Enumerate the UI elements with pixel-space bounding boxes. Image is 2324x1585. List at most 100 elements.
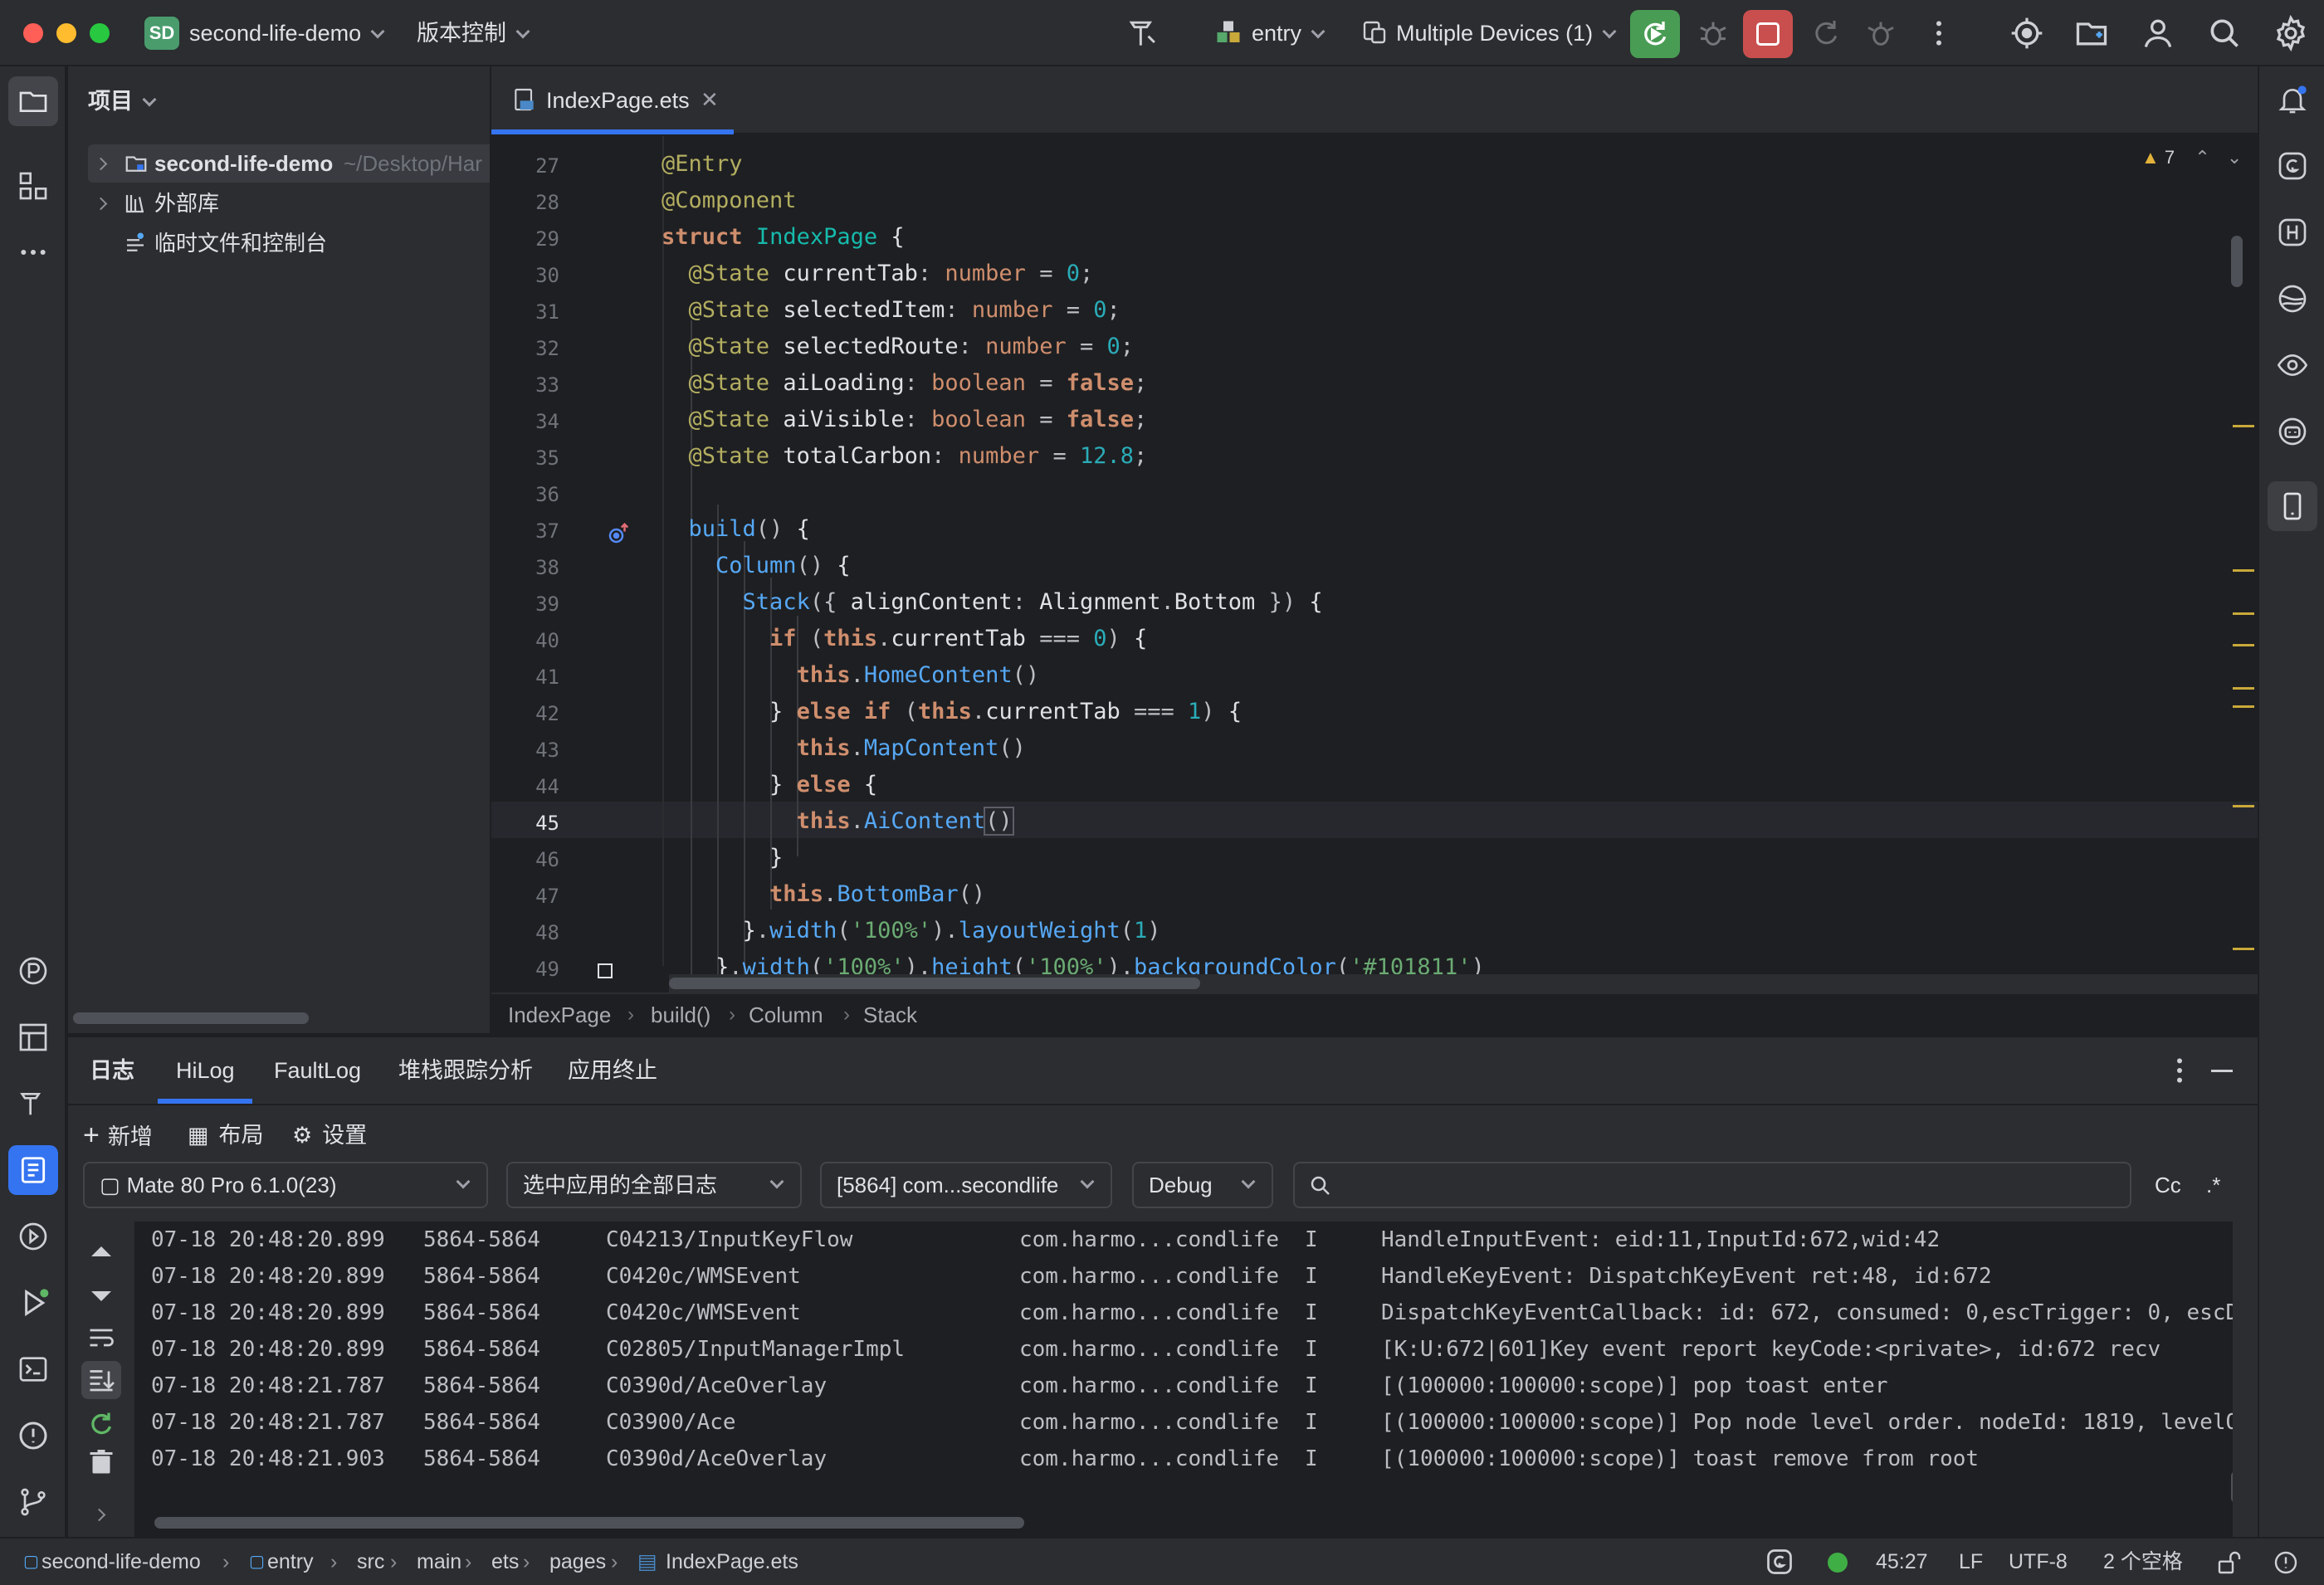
tab-hilog[interactable]: HiLog: [176, 1037, 235, 1104]
status-path-item[interactable]: entry: [267, 1539, 314, 1585]
regex-toggle[interactable]: .*: [2206, 1162, 2220, 1208]
more-horizontal-icon[interactable]: [17, 236, 50, 269]
profiler-icon[interactable]: [17, 954, 50, 988]
breadcrumb-item[interactable]: Stack: [863, 994, 917, 1036]
debug-icon[interactable]: [1697, 17, 1730, 50]
warning-stripe-marker[interactable]: [2233, 687, 2254, 690]
lock-open-icon[interactable]: [2216, 1549, 2243, 1576]
log-row[interactable]: 07-18 20:48:21.787 5864-5864 C0390d/AceOve…: [134, 1368, 2226, 1404]
clear-log-trash-icon[interactable]: [86, 1447, 116, 1477]
hammer-build-icon[interactable]: [1125, 15, 1162, 51]
log-row[interactable]: 07-18 20:48:20.899 5864-5864 C0420c/WMSEve…: [134, 1258, 2226, 1295]
minimize-panel-icon[interactable]: [2211, 1070, 2233, 1072]
settings-gear-icon[interactable]: [2273, 15, 2309, 51]
project-switcher[interactable]: second-life-demo: [189, 0, 385, 66]
editor-tab-indexpage[interactable]: IndexPage.ets ✕: [491, 66, 734, 134]
arkui-inspector-icon[interactable]: [2276, 282, 2309, 315]
tree-item-scratches[interactable]: 临时文件和控制台: [68, 224, 490, 262]
warning-stripe-marker[interactable]: [2233, 612, 2254, 615]
editor-horizontal-scrollbar[interactable]: [669, 978, 1200, 989]
log-search-input[interactable]: [1340, 1168, 2120, 1202]
indent-setting[interactable]: 2 个空格: [2103, 1539, 2183, 1585]
structure-icon[interactable]: [17, 169, 50, 202]
breadcrumb-item[interactable]: build(): [651, 994, 710, 1036]
log-row[interactable]: 07-18 20:48:20.899 5864-5864 C02805/InputM…: [134, 1331, 2226, 1368]
more-vertical-icon[interactable]: [1922, 17, 1955, 50]
restart-log-icon[interactable]: [86, 1409, 116, 1439]
chevron-down-icon[interactable]: ⌄: [2227, 147, 2242, 168]
project-horizontal-scrollbar[interactable]: [73, 1012, 309, 1024]
scroll-up-icon[interactable]: [91, 1246, 111, 1256]
more-vertical-icon[interactable]: [2163, 1054, 2196, 1087]
close-window-button[interactable]: [23, 23, 43, 43]
status-path-item[interactable]: pages: [549, 1539, 606, 1585]
device-filter-select[interactable]: ▢ Mate 80 Pro 6.1.0(23): [83, 1162, 488, 1208]
harmony-icon[interactable]: [2276, 216, 2309, 249]
run-icon[interactable]: [17, 1286, 50, 1319]
status-path-item[interactable]: src: [357, 1539, 384, 1585]
status-path-item[interactable]: second-life-demo: [42, 1539, 201, 1585]
match-case-toggle[interactable]: Cc: [2155, 1162, 2181, 1208]
ai-assistant-icon[interactable]: [2276, 415, 2309, 448]
vcs-menu[interactable]: 版本控制: [417, 0, 530, 66]
override-method-icon[interactable]: [606, 521, 631, 546]
log-row[interactable]: 07-18 20:48:20.899 5864-5864 C0420c/WMSEve…: [134, 1295, 2233, 1331]
log-row[interactable]: 07-18 20:48:21.903 5864-5864 C0390d/AceOve…: [134, 1441, 2226, 1477]
layout-inspector-icon[interactable]: [17, 1021, 50, 1054]
tab-faultlog[interactable]: FaultLog: [274, 1037, 361, 1104]
log-horizontal-scrollbar[interactable]: [154, 1517, 1024, 1529]
warning-stripe-marker[interactable]: [2233, 425, 2254, 427]
search-icon[interactable]: [2206, 15, 2243, 51]
project-tool-button[interactable]: [8, 76, 58, 126]
codegenie-status-icon[interactable]: [1765, 1547, 1794, 1577]
soft-wrap-icon[interactable]: [86, 1323, 116, 1353]
account-icon[interactable]: [2140, 15, 2176, 51]
warning-stripe-marker[interactable]: [2233, 948, 2254, 950]
status-path-item[interactable]: main: [417, 1539, 461, 1585]
project-panel-header[interactable]: 项目: [88, 66, 157, 136]
expand-chevron-icon[interactable]: [92, 1502, 106, 1528]
fold-marker-icon[interactable]: [598, 963, 613, 978]
log-search-field[interactable]: [1293, 1162, 2131, 1208]
editor-vertical-scrollbar[interactable]: [2231, 236, 2243, 287]
device-preview-button[interactable]: [2268, 481, 2317, 531]
git-branch-icon[interactable]: [17, 1485, 50, 1519]
apply-changes-icon[interactable]: [1809, 17, 1843, 50]
device-manager-icon[interactable]: [2073, 15, 2110, 51]
minimize-window-button[interactable]: [56, 23, 76, 43]
scroll-down-icon[interactable]: [91, 1291, 111, 1301]
previewer-eye-icon[interactable]: [2276, 349, 2309, 382]
close-tab-icon[interactable]: ✕: [701, 66, 719, 133]
stop-button[interactable]: [1743, 10, 1793, 58]
notifications-bell-icon[interactable]: [2276, 83, 2309, 116]
layout-button[interactable]: ▦ 布局: [188, 1110, 264, 1160]
log-tool-button[interactable]: [8, 1145, 58, 1195]
warning-stripe-marker[interactable]: [2233, 805, 2254, 807]
problems-icon[interactable]: [17, 1419, 50, 1452]
breadcrumb-item[interactable]: Column: [749, 994, 823, 1036]
zoom-window-button[interactable]: [90, 23, 110, 43]
code-with-me-icon[interactable]: [2009, 15, 2045, 51]
log-row[interactable]: 07-18 20:48:21.787 5864-5864 C03900/Ace com…: [134, 1404, 2233, 1441]
code-editor[interactable]: 27 28 29 30 31 32 33 34 35 36 37 38 39 40 41 42 43 44 45 46…: [491, 136, 2258, 992]
file-encoding[interactable]: UTF-8: [2009, 1539, 2068, 1585]
problems-status-icon[interactable]: [2273, 1549, 2299, 1576]
log-row[interactable]: 07-18 20:48:20.899 5864-5864 C04213/InputK…: [134, 1222, 2226, 1258]
build-hammer-icon[interactable]: [17, 1087, 50, 1120]
level-filter-select[interactable]: Debug: [1132, 1162, 1273, 1208]
tab-stacktrace[interactable]: 堆栈跟踪分析: [398, 1037, 533, 1104]
services-icon[interactable]: [17, 1220, 50, 1253]
codegenie-icon[interactable]: [2276, 149, 2309, 183]
status-ok-indicator[interactable]: [1828, 1553, 1848, 1573]
line-separator[interactable]: LF: [1959, 1539, 1983, 1585]
warning-stripe-marker[interactable]: [2233, 705, 2254, 708]
run-config-selector[interactable]: entry: [1213, 0, 1326, 66]
tab-app-freeze[interactable]: 应用终止: [568, 1037, 657, 1104]
add-log-tab-button[interactable]: + 新增: [83, 1110, 153, 1160]
log-vertical-scrollbar[interactable]: [2231, 1470, 2233, 1504]
tree-item-external-libs[interactable]: 外部库: [68, 184, 490, 222]
rerun-button[interactable]: [1630, 10, 1680, 58]
status-path-item[interactable]: IndexPage.ets: [666, 1539, 798, 1585]
scroll-to-end-button[interactable]: [81, 1361, 121, 1399]
log-settings-button[interactable]: ⚙ 设置: [292, 1110, 367, 1160]
